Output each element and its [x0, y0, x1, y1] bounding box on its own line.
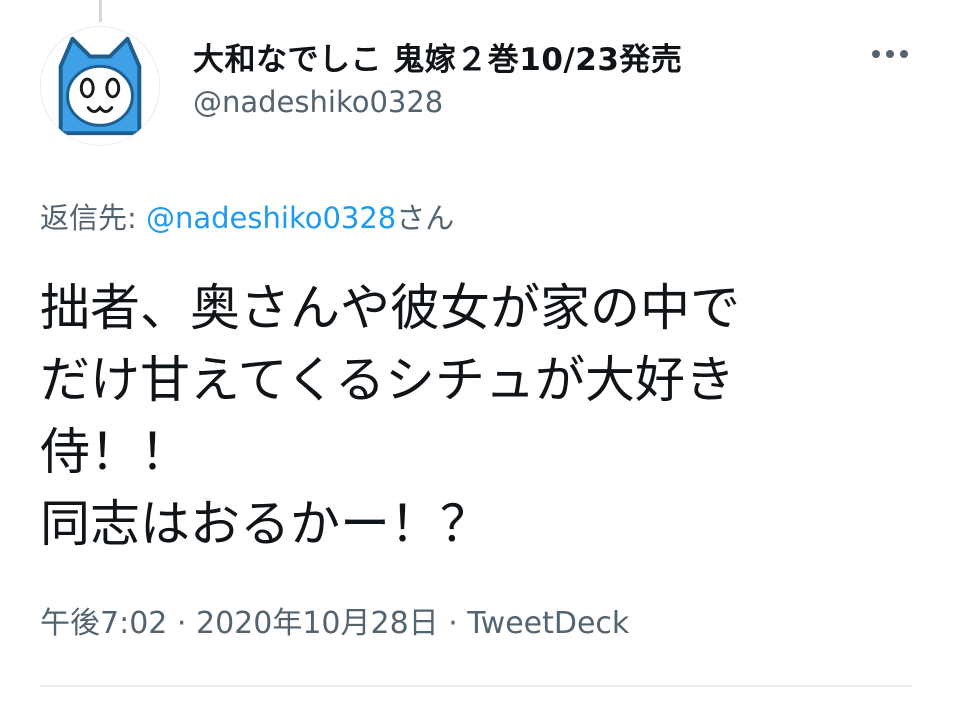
divider [40, 685, 912, 687]
more-horizontal-icon [872, 50, 908, 58]
more-options-button[interactable] [862, 36, 918, 72]
author-handle[interactable]: @nadeshiko0328 [193, 85, 443, 119]
reply-to-line: 返信先: @nadeshiko0328さん [40, 195, 454, 237]
reply-to-prefix: 返信先: [40, 201, 146, 235]
meta-separator: · [167, 606, 196, 641]
author-display-name[interactable]: 大和なでしこ 鬼嫁２巻10/23発売 [193, 34, 682, 79]
tweet-source: TweetDeck [467, 606, 630, 641]
avatar[interactable] [40, 26, 160, 146]
tweet-text: 拙者、奥さんや彼女が家の中で だけ甘えてくるシチュが大好き 侍！！ 同志はおるか… [40, 279, 740, 553]
tweet-meta: 午後7:02 · 2020年10月28日 · TweetDeck [40, 598, 629, 642]
meta-separator: · [438, 606, 468, 641]
cat-mascot-icon [58, 36, 142, 136]
tweet-time[interactable]: 午後7:02 [40, 606, 167, 641]
tweet-date[interactable]: 2020年10月28日 [196, 606, 439, 641]
reply-to-suffix: さん [396, 201, 455, 235]
reply-to-mention-link[interactable]: @nadeshiko0328 [146, 201, 396, 235]
thread-connector-line [99, 0, 102, 22]
